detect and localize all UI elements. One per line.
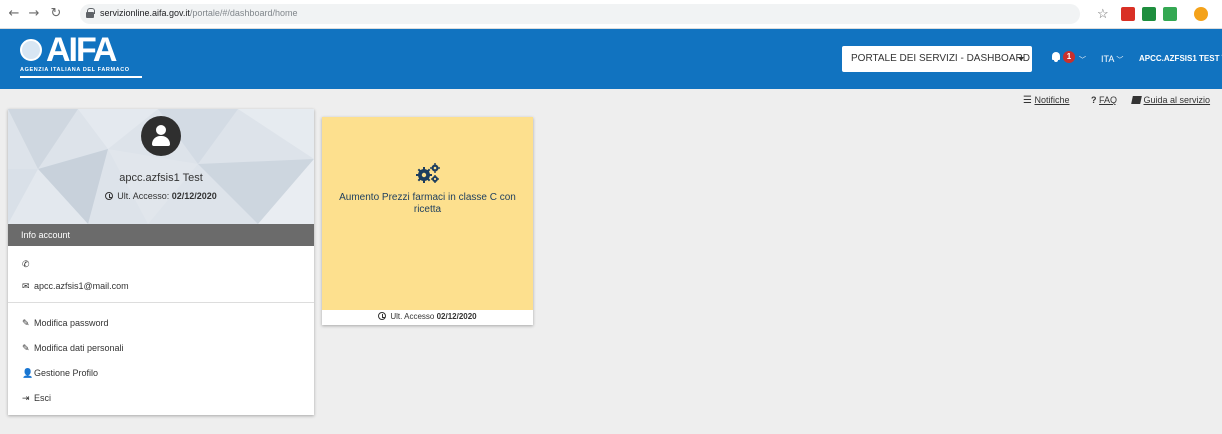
pencil-icon: ✎ bbox=[22, 319, 30, 329]
site-header: AIFA AGENZIA ITALIANA DEL FARMACO PORTAL… bbox=[0, 29, 1222, 89]
email-row: ✉ apcc.azfsis1@mail.com bbox=[22, 279, 129, 293]
service-tile-last-access: Ult. Accesso 02/12/2020 bbox=[322, 312, 533, 321]
profile-banner: apcc.azfsis1 Test Ult. Accesso: 02/12/20… bbox=[8, 109, 314, 224]
clock-icon bbox=[378, 312, 387, 320]
url-host: servizionline.aifa.gov.it bbox=[100, 8, 190, 18]
aifa-logo[interactable]: AIFA AGENZIA ITALIANA DEL FARMACO bbox=[20, 31, 150, 83]
portal-select[interactable]: PORTALE DEI SERVIZI - DASHBOARD bbox=[842, 46, 1032, 72]
user-small-icon: 👤 bbox=[22, 369, 34, 379]
caret-down-icon bbox=[1018, 57, 1024, 61]
language-label: ITA bbox=[1101, 54, 1115, 64]
envelope-icon: ✉ bbox=[22, 282, 30, 292]
browser-toolbar: ← → ↻ servizionline.aifa.gov.it/portale/… bbox=[0, 0, 1222, 29]
divider bbox=[8, 302, 314, 303]
modifica-dati-link[interactable]: ✎ Modifica dati personali bbox=[22, 341, 124, 355]
notifiche-label[interactable]: Notifiche bbox=[1034, 95, 1069, 105]
bell-icon[interactable] bbox=[1051, 52, 1061, 63]
tile-last-access-label: Ult. Accesso bbox=[390, 312, 435, 321]
logo-word: AIFA bbox=[46, 31, 117, 69]
reload-icon[interactable]: ↻ bbox=[48, 6, 64, 22]
chevron-down-icon: ﹀ bbox=[1116, 57, 1124, 64]
last-access-date: 02/12/2020 bbox=[171, 191, 217, 201]
esci-label: Esci bbox=[34, 393, 52, 403]
lock-icon bbox=[86, 8, 95, 18]
portal-select-label: PORTALE DEI SERVIZI - DASHBOARD bbox=[851, 53, 1030, 64]
modifica-dati-label: Modifica dati personali bbox=[34, 343, 124, 353]
chevron-down-icon[interactable]: ﹀ bbox=[1077, 51, 1086, 67]
profile-username: apcc.azfsis1 Test bbox=[119, 172, 203, 184]
faq-link[interactable]: ? FAQ bbox=[1091, 93, 1117, 107]
notification-badge: 1 bbox=[1063, 51, 1075, 63]
guida-link[interactable]: Guida al servizio bbox=[1131, 93, 1211, 107]
phone-icon: ✆ bbox=[22, 260, 30, 270]
logo-underline bbox=[20, 76, 142, 78]
profile-last-access: Ult. Accesso: 02/12/2020 bbox=[8, 191, 314, 201]
avatar bbox=[141, 116, 181, 156]
service-tile-face[interactable]: Aumento Prezzi farmaci in classe C con r… bbox=[322, 117, 533, 310]
question-icon: ? bbox=[1091, 95, 1097, 105]
modifica-password-link[interactable]: ✎ Modifica password bbox=[22, 316, 109, 330]
bookmark-star-icon[interactable]: ☆ bbox=[1097, 6, 1109, 22]
email-value: apcc.azfsis1@mail.com bbox=[34, 281, 129, 291]
user-icon bbox=[156, 125, 166, 135]
service-tile[interactable]: Aumento Prezzi farmaci in classe C con r… bbox=[322, 117, 533, 325]
logout-icon: ⇥ bbox=[22, 394, 30, 404]
service-tile-title: Aumento Prezzi farmaci in classe C con r… bbox=[339, 192, 516, 215]
back-arrow-icon[interactable]: ← bbox=[6, 6, 22, 22]
tile-last-access-date: 02/12/2020 bbox=[436, 312, 477, 321]
guida-label[interactable]: Guida al servizio bbox=[1144, 95, 1211, 105]
notifiche-link[interactable]: ☰ Notifiche bbox=[1023, 93, 1070, 107]
book-icon bbox=[1131, 96, 1142, 104]
extension-icon-3[interactable] bbox=[1163, 7, 1177, 21]
pencil-icon: ✎ bbox=[22, 344, 30, 354]
gears-icon bbox=[416, 163, 440, 183]
phone-row: ✆ bbox=[22, 257, 34, 271]
profile-card: apcc.azfsis1 Test Ult. Accesso: 02/12/20… bbox=[8, 109, 314, 415]
info-account-heading: Info account bbox=[8, 224, 314, 246]
language-menu[interactable]: ITA ﹀ bbox=[1101, 51, 1123, 67]
esci-link[interactable]: ⇥ Esci bbox=[22, 391, 51, 405]
gestione-profilo-label: Gestione Profilo bbox=[34, 368, 99, 378]
user-icon-body bbox=[152, 136, 170, 146]
user-menu[interactable]: APCC.AZFSIS1 TEST﹀ bbox=[1139, 51, 1222, 67]
logo-subtitle: AGENZIA ITALIANA DEL FARMACO bbox=[20, 67, 130, 73]
gestione-profilo-link[interactable]: 👤Gestione Profilo bbox=[22, 366, 98, 380]
address-bar[interactable]: servizionline.aifa.gov.it/portale/#/dash… bbox=[80, 4, 1080, 24]
last-access-label: Ult. Accesso: bbox=[117, 191, 170, 201]
forward-arrow-icon[interactable]: → bbox=[26, 6, 42, 22]
extension-icon-1[interactable] bbox=[1121, 7, 1135, 21]
modifica-password-label: Modifica password bbox=[34, 318, 109, 328]
faq-label[interactable]: FAQ bbox=[1099, 95, 1117, 105]
url-text: servizionline.aifa.gov.it/portale/#/dash… bbox=[100, 8, 297, 18]
extension-icon-2[interactable] bbox=[1142, 7, 1156, 21]
url-path: /portale/#/dashboard/home bbox=[189, 8, 298, 18]
profile-icon[interactable] bbox=[1194, 7, 1208, 21]
user-menu-label: APCC.AZFSIS1 TEST bbox=[1139, 54, 1220, 63]
clock-icon bbox=[105, 192, 114, 200]
list-icon: ☰ bbox=[1023, 95, 1032, 106]
emblem-icon bbox=[20, 39, 42, 61]
